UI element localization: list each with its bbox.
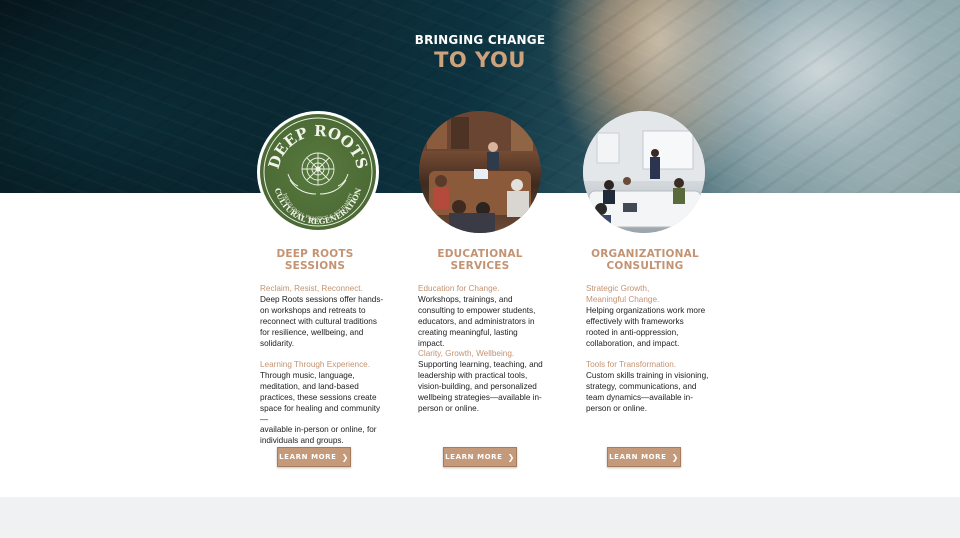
card-title-line: ORGANIZATIONAL <box>591 248 699 260</box>
paragraph-line: solidarity. <box>260 338 294 348</box>
chevron-right-icon: ❯ <box>341 452 349 462</box>
paragraph-line: for resilience, wellbeing, and <box>260 327 364 337</box>
paragraph-line: educators, and administrators in <box>418 316 535 326</box>
paragraph-lead: Strategic Growth, <box>586 284 650 293</box>
card-title-line: SERVICES <box>450 260 510 272</box>
paragraph-lead: Clarity, Growth, Wellbeing. <box>418 349 515 358</box>
paragraph-line: leadership with practical tools, <box>418 370 528 380</box>
button-label: LEARN MORE <box>279 453 337 461</box>
card-title-deep-roots: DEEP ROOTS SESSIONS <box>235 248 395 272</box>
paragraph-line: Custom skills training in visioning, <box>586 370 709 380</box>
paragraph-line: person or online. <box>586 403 647 413</box>
paragraph-lead: Learning Through Experience. <box>260 360 370 369</box>
paragraph-lead: Meaningful Change. <box>586 294 660 304</box>
paragraph-line: creating meaningful, lasting impact. <box>418 327 518 348</box>
organizational-consulting-photo <box>583 111 705 233</box>
paragraph-line: Through music, language, <box>260 370 355 380</box>
paragraph-line: collaboration, and impact. <box>586 338 680 348</box>
paragraph-line: meditation, and land-based <box>260 381 359 391</box>
footer-band <box>0 497 960 538</box>
learn-more-organizational-button[interactable]: LEARN MORE ❯ <box>607 447 681 467</box>
logo-artwork: DEEP ROOTS CULTURAL REGENERATION DECOLON… <box>263 117 373 227</box>
learn-more-educational-button[interactable]: LEARN MORE ❯ <box>443 447 517 467</box>
paragraph-line: reconnect with cultural traditions <box>260 316 377 326</box>
paragraph-line: person or online. <box>418 403 479 413</box>
card-title-line: SESSIONS <box>284 260 346 272</box>
paragraph-line: practices, these sessions create <box>260 392 377 402</box>
chevron-right-icon: ❯ <box>671 452 679 462</box>
logo-badge: DEEP ROOTS CULTURAL REGENERATION DECOLON… <box>260 114 376 230</box>
paragraph-line: Workshops, trainings, and <box>418 294 513 304</box>
deep-roots-paragraph-1: Reclaim, Resist, Reconnect. Deep Roots s… <box>260 284 388 349</box>
paragraph-line: individuals and groups. <box>260 436 344 446</box>
card-title-line: EDUCATIONAL <box>437 248 523 260</box>
hero-headline: TO YOU <box>434 48 526 72</box>
paragraph-line: effectively with frameworks <box>586 316 684 326</box>
paragraph-line: space for healing and community— <box>260 403 381 424</box>
deep-roots-paragraph-2: Learning Through Experience. Through mus… <box>260 360 388 447</box>
paragraph-line: wellbeing strategies—available in- <box>418 392 542 402</box>
paragraph-line: strategy, communications, and <box>586 381 697 391</box>
paragraph-line: vision-building, and personalized <box>418 381 537 391</box>
meeting-photo <box>583 111 705 233</box>
card-title-educational: EDUCATIONAL SERVICES <box>400 248 560 272</box>
card-title-line: CONSULTING <box>606 260 684 272</box>
paragraph-line: available in-person or online, for <box>260 425 377 435</box>
hero-eyebrow: BRINGING CHANGE <box>414 33 546 47</box>
paragraph-line: rooted in anti-oppression, <box>586 327 679 337</box>
organizational-paragraph-1: Strategic Growth, Meaningful Change. Hel… <box>586 284 714 349</box>
paragraph-line: team dynamics—available in- <box>586 392 693 402</box>
classroom-photo <box>419 111 541 233</box>
paragraph-line: consulting to empower students, <box>418 305 536 315</box>
button-label: LEARN MORE <box>609 453 667 461</box>
paragraph-line: Helping organizations work more <box>586 305 706 315</box>
card-title-line: DEEP ROOTS <box>276 248 354 260</box>
learn-more-deep-roots-button[interactable]: LEARN MORE ❯ <box>277 447 351 467</box>
paragraph-lead: Tools for Transformation. <box>586 360 677 369</box>
paragraph-line: Deep Roots sessions offer hands- <box>260 294 384 304</box>
educational-services-photo <box>419 111 541 233</box>
deep-roots-logo: DEEP ROOTS CULTURAL REGENERATION DECOLON… <box>257 111 379 233</box>
educational-paragraph-1: Education for Change. Workshops, trainin… <box>418 284 546 349</box>
paragraph-line: Supporting learning, teaching, and <box>418 359 543 369</box>
chevron-right-icon: ❯ <box>507 452 515 462</box>
card-title-organizational: ORGANIZATIONAL CONSULTING <box>565 248 725 272</box>
organizational-paragraph-2: Tools for Transformation. Custom skills … <box>586 360 714 415</box>
paragraph-line: on workshops and retreats to <box>260 305 366 315</box>
button-label: LEARN MORE <box>445 453 503 461</box>
paragraph-lead: Education for Change. <box>418 284 500 293</box>
educational-paragraph-2: Clarity, Growth, Wellbeing. Supporting l… <box>418 349 546 414</box>
paragraph-lead: Reclaim, Resist, Reconnect. <box>260 284 363 293</box>
mandala-icon <box>301 152 335 186</box>
